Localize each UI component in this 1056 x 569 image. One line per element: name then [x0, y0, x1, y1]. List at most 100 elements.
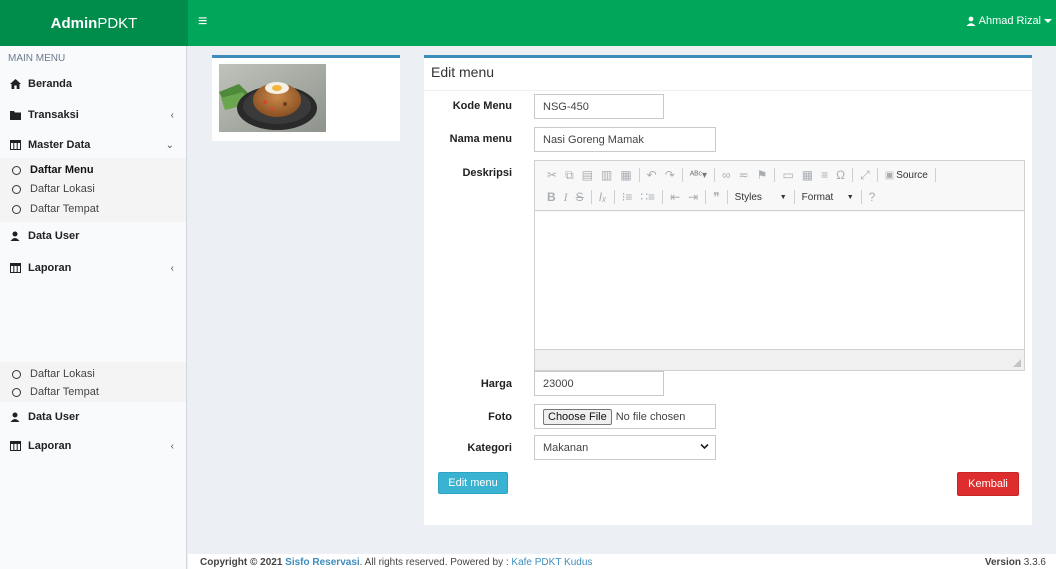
styles-dropdown[interactable]: Styles ▼ — [731, 192, 791, 203]
copy-icon[interactable]: ⧉ — [561, 167, 578, 183]
menu-image-box — [212, 55, 400, 141]
undo-icon[interactable]: ↶ — [643, 167, 661, 183]
horizontal-line-icon[interactable]: ≡ — [817, 167, 832, 183]
sidebar-subitem-label: Daftar Menu — [30, 164, 94, 176]
sidebar: MAIN MENU Beranda Transaksi ‹ Master Dat… — [0, 46, 187, 569]
italic-icon[interactable]: I — [560, 189, 572, 205]
chevron-down-icon: ⌄ — [165, 139, 174, 151]
toolbar-separator — [638, 168, 640, 182]
kode-menu-label: Kode Menu — [452, 100, 512, 112]
toolbar-separator — [714, 168, 716, 182]
link-icon[interactable]: ∞ — [718, 167, 735, 183]
editor-toolbar: ✂ ⧉ ▤ ▥ ▦ ↶ ↷ ᴬᴮᶜ▾ ∞ ≂ ⚑ ▭ ▦ ≡ Ω ⤢ ▣ Sou… — [535, 161, 1024, 211]
label-wrapper: Nama menu — [424, 133, 512, 155]
powered-by-link[interactable]: Kafe PDKT Kudus — [511, 557, 592, 568]
sidebar-subitem-daftar-tempat[interactable]: Daftar Tempat — [0, 200, 186, 218]
toolbar-separator — [934, 168, 936, 182]
sidebar-subitem-daftar-lokasi[interactable]: Daftar Lokasi — [0, 180, 186, 198]
circle-icon — [12, 204, 21, 214]
maximize-icon[interactable]: ⤢ — [856, 167, 874, 183]
bold-icon[interactable]: B — [543, 189, 560, 205]
kode-menu-value: NSG-450 — [543, 100, 589, 113]
sidebar-subitem-daftar-tempat[interactable]: Daftar Tempat — [0, 383, 186, 401]
unlink-icon[interactable]: ≂ — [735, 167, 753, 183]
sidebar-item-laporan[interactable]: Laporan ‹ — [0, 258, 186, 278]
app-name-link[interactable]: Sisfo Reservasi — [285, 557, 360, 568]
source-label: Source — [896, 169, 928, 181]
circle-icon — [12, 387, 21, 397]
table-insert-icon[interactable]: ▦ — [798, 167, 817, 183]
nama-menu-value: Nasi Goreng Mamak — [543, 133, 644, 146]
hamburger-icon[interactable]: ≡ — [198, 14, 207, 30]
resize-grip-icon[interactable] — [1013, 359, 1021, 367]
sidebar-item-transaksi[interactable]: Transaksi ‹ — [0, 105, 186, 125]
kode-menu-input[interactable]: NSG-450 — [534, 94, 664, 119]
editor-status-bar — [535, 349, 1024, 370]
source-button[interactable]: ▣ Source — [881, 167, 932, 183]
toolbar-separator — [860, 190, 862, 204]
top-navbar: Admin PDKT ≡ Ahmad Rizal — [0, 0, 1056, 46]
dropdown-arrow-icon: ▼ — [779, 193, 787, 201]
foto-file-input[interactable]: Choose File No file chosen — [534, 404, 716, 429]
table-icon — [10, 140, 28, 150]
sidebar-subitem-label: Daftar Tempat — [30, 203, 99, 215]
bulleted-list-icon[interactable]: ∷≡ — [636, 189, 659, 205]
toolbar-separator — [852, 168, 854, 182]
sidebar-header: MAIN MENU — [8, 53, 66, 64]
special-char-icon[interactable]: Ω — [832, 167, 849, 183]
foto-label: Foto — [488, 411, 512, 423]
kembali-button[interactable]: Kembali — [957, 472, 1019, 496]
version-number: 3.3.6 — [1023, 557, 1046, 568]
format-dropdown[interactable]: Format ▼ — [798, 192, 858, 203]
remove-format-icon[interactable]: Iₓ — [595, 189, 611, 205]
label-wrapper: Foto — [424, 411, 512, 433]
app-name: Sisfo Reservasi — [285, 557, 360, 568]
spellcheck-icon[interactable]: ᴬᴮᶜ▾ — [686, 167, 711, 183]
label-wrapper: Kode Menu — [424, 100, 512, 122]
harga-value: 23000 — [543, 377, 574, 390]
brand-logo[interactable]: Admin PDKT — [0, 0, 188, 46]
user-icon — [966, 16, 976, 26]
toolbar-separator — [613, 190, 615, 204]
choose-file-button[interactable]: Choose File — [543, 408, 612, 425]
sidebar-item-data-user[interactable]: Data User — [0, 226, 186, 246]
indent-icon[interactable]: ⇥ — [684, 189, 702, 205]
numbered-list-icon[interactable]: ⁝≡ — [618, 189, 637, 205]
table-icon — [10, 263, 28, 273]
form-title: Edit menu — [431, 64, 495, 80]
user-icon — [10, 231, 28, 241]
nama-menu-label: Nama menu — [449, 133, 512, 145]
label-wrapper: Harga — [424, 378, 512, 400]
toolbar-separator — [793, 190, 795, 204]
kategori-select[interactable]: Makanan — [534, 435, 716, 460]
sidebar-subitem-daftar-menu[interactable]: Daftar Menu — [0, 161, 186, 179]
paste-text-icon[interactable]: ▥ — [597, 167, 616, 183]
strikethrough-icon[interactable]: S — [572, 189, 588, 205]
sidebar-item-laporan[interactable]: Laporan ‹ — [0, 436, 186, 456]
help-icon[interactable]: ? — [865, 189, 880, 205]
nama-menu-input[interactable]: Nasi Goreng Mamak — [534, 127, 716, 152]
sidebar-item-data-user[interactable]: Data User — [0, 407, 186, 427]
sidebar-item-label: Transaksi — [28, 109, 79, 121]
edit-menu-button[interactable]: Edit menu — [438, 472, 508, 494]
sidebar-item-label: Data User — [28, 230, 80, 242]
paste-word-icon[interactable]: ▦ — [616, 167, 635, 183]
home-icon — [10, 79, 28, 89]
image-icon[interactable]: ▭ — [778, 167, 797, 183]
user-menu[interactable]: Ahmad Rizal — [966, 15, 1052, 27]
blockquote-icon[interactable]: ❞ — [709, 189, 723, 205]
cut-icon[interactable]: ✂ — [543, 167, 561, 183]
sidebar-subitem-daftar-lokasi[interactable]: Daftar Lokasi — [0, 365, 186, 383]
caret-down-icon — [1044, 19, 1052, 23]
editor-content-area[interactable] — [535, 212, 1024, 349]
anchor-icon[interactable]: ⚑ — [753, 167, 772, 183]
chevron-down-icon — [700, 443, 709, 450]
rich-text-editor: ✂ ⧉ ▤ ▥ ▦ ↶ ↷ ᴬᴮᶜ▾ ∞ ≂ ⚑ ▭ ▦ ≡ Ω ⤢ ▣ Sou… — [534, 160, 1025, 371]
circle-icon — [12, 184, 21, 194]
outdent-icon[interactable]: ⇤ — [666, 189, 684, 205]
harga-input[interactable]: 23000 — [534, 371, 664, 396]
sidebar-item-beranda[interactable]: Beranda — [0, 74, 186, 94]
sidebar-item-master-data[interactable]: Master Data ⌄ — [0, 135, 186, 155]
paste-icon[interactable]: ▤ — [578, 167, 597, 183]
redo-icon[interactable]: ↷ — [661, 167, 679, 183]
